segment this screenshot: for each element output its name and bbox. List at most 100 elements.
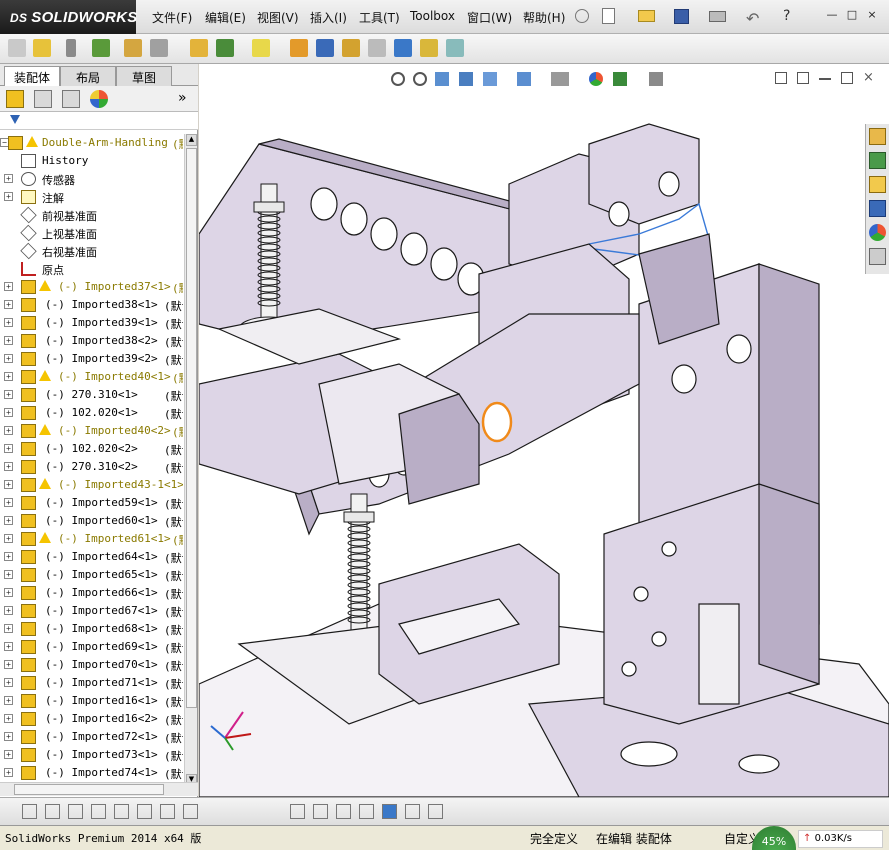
- tree-item[interactable]: + 传感器: [0, 170, 183, 188]
- fillet-tool-icon[interactable]: [137, 804, 152, 819]
- tree-item[interactable]: + (-) Imported73<1> (默认: [0, 746, 183, 764]
- tree-item[interactable]: + 注解: [0, 188, 183, 206]
- tree-item[interactable]: + (-) Imported70<1> (默认: [0, 656, 183, 674]
- tree-item[interactable]: + (-) Imported72<1> (默认: [0, 728, 183, 746]
- angle-tool-icon[interactable]: [359, 804, 374, 819]
- tree-item[interactable]: 右视基准面: [0, 242, 183, 260]
- base-hole[interactable]: [620, 741, 678, 767]
- new-motion-study-icon[interactable]: [252, 39, 270, 57]
- polygon-tool-icon[interactable]: [68, 804, 83, 819]
- expand-icon[interactable]: +: [4, 336, 13, 345]
- menu-window[interactable]: 窗口(W): [467, 9, 512, 26]
- cad-model[interactable]: [199, 64, 889, 797]
- rectangle-tool-icon[interactable]: [290, 804, 305, 819]
- tree-item[interactable]: 原点: [0, 260, 183, 278]
- tab-assembly[interactable]: 装配体: [4, 66, 60, 87]
- selected-hole[interactable]: [481, 401, 513, 443]
- menu-tools[interactable]: 工具(T): [359, 9, 400, 26]
- point-tool-icon[interactable]: [22, 804, 37, 819]
- arm-hole[interactable]: [430, 247, 458, 281]
- top-cube[interactable]: [588, 123, 700, 225]
- expand-icon[interactable]: +: [4, 318, 13, 327]
- arm-hole[interactable]: [370, 217, 398, 251]
- exploded-view-icon[interactable]: [316, 39, 334, 57]
- reference-geometry-icon[interactable]: [216, 39, 234, 57]
- pin-icon[interactable]: [575, 9, 589, 23]
- tree-vertical-scrollbar[interactable]: ▲ ▼: [184, 134, 197, 788]
- tree-item[interactable]: + (-) 102.020<1> (默认<<默: [0, 404, 183, 422]
- tree-item[interactable]: + (-) Imported40<1>(默: [0, 368, 183, 386]
- tree-item[interactable]: + (-) Imported65<1> (默认: [0, 566, 183, 584]
- menu-edit[interactable]: 编辑(E): [205, 9, 246, 26]
- expand-icon[interactable]: +: [4, 642, 13, 651]
- expand-icon[interactable]: +: [4, 534, 13, 543]
- tree-item[interactable]: + (-) Imported64<1> (默认: [0, 548, 183, 566]
- close-button[interactable]: ×: [864, 8, 880, 22]
- mate-icon[interactable]: [33, 39, 51, 57]
- screw-hole[interactable]: [661, 541, 677, 557]
- expand-panel-icon[interactable]: »: [178, 90, 187, 106]
- line-tool-icon[interactable]: [114, 804, 129, 819]
- arm-hole[interactable]: [310, 187, 338, 221]
- column-hole[interactable]: [726, 334, 752, 364]
- new-document-icon[interactable]: [602, 8, 615, 24]
- assembly-features-icon[interactable]: [190, 39, 208, 57]
- clearance-icon[interactable]: [394, 39, 412, 57]
- expand-icon[interactable]: +: [4, 624, 13, 633]
- tree-item[interactable]: + (-) Imported74<1> (默认: [0, 764, 183, 782]
- configuration-manager-icon[interactable]: [62, 90, 80, 108]
- maximize-button[interactable]: □: [844, 8, 860, 22]
- smart-fasteners-icon[interactable]: [92, 39, 110, 57]
- expand-icon[interactable]: +: [4, 732, 13, 741]
- menu-view[interactable]: 视图(V): [257, 9, 299, 26]
- tree-item[interactable]: + (-) Imported69<1> (默认: [0, 638, 183, 656]
- open-icon[interactable]: [638, 10, 655, 22]
- tree-item[interactable]: History: [0, 152, 183, 170]
- expand-icon[interactable]: +: [4, 300, 13, 309]
- instant3d-icon[interactable]: [446, 39, 464, 57]
- expand-icon[interactable]: +: [4, 426, 13, 435]
- screw-hole[interactable]: [651, 631, 667, 647]
- tree-item[interactable]: 上视基准面: [0, 224, 183, 242]
- design-library-icon[interactable]: [869, 152, 886, 169]
- tree-item[interactable]: + (-) Imported43-1<1>: [0, 476, 183, 494]
- column-hole[interactable]: [671, 364, 697, 394]
- tree-item[interactable]: + (-) Imported59<1> (默认: [0, 494, 183, 512]
- corner-tool-icon[interactable]: [183, 804, 198, 819]
- expand-icon[interactable]: +: [4, 390, 13, 399]
- base-hole[interactable]: [738, 754, 780, 774]
- tree-item[interactable]: + (-) Imported16<1> (默认: [0, 692, 183, 710]
- cylinder-block-side[interactable]: [758, 483, 820, 685]
- custom-properties-icon[interactable]: [869, 248, 886, 265]
- filter-icon[interactable]: [10, 115, 20, 124]
- display-style-tool-icon[interactable]: [382, 804, 397, 819]
- tree-item[interactable]: + (-) Imported38<1> (默认: [0, 296, 183, 314]
- minimize-button[interactable]: —: [824, 8, 840, 22]
- screw-hole[interactable]: [633, 586, 649, 602]
- tree-horizontal-scrollbar[interactable]: [0, 782, 198, 796]
- feature-manager-icon[interactable]: [6, 90, 24, 108]
- chamfer-tool-icon[interactable]: [160, 804, 175, 819]
- expand-icon[interactable]: +: [4, 498, 13, 507]
- tree-item[interactable]: + (-) Imported68<1> (默认: [0, 620, 183, 638]
- file-explorer-icon[interactable]: [869, 176, 886, 193]
- expand-icon[interactable]: +: [4, 408, 13, 417]
- tree-item[interactable]: + (-) 270.310<2> (默认<<默: [0, 458, 183, 476]
- menu-toolbox[interactable]: Toolbox: [410, 9, 455, 23]
- expand-icon[interactable]: +: [4, 444, 13, 453]
- grid-tool-icon[interactable]: [336, 804, 351, 819]
- graphics-area[interactable]: ×: [199, 64, 889, 797]
- tree-item[interactable]: + (-) Imported40<2>(默: [0, 422, 183, 440]
- gripper-side[interactable]: [398, 393, 480, 505]
- help-icon[interactable]: ?: [783, 8, 790, 24]
- print-icon[interactable]: [709, 11, 726, 22]
- tab-layout[interactable]: 布局: [60, 66, 116, 86]
- tree-item[interactable]: + (-) Imported71<1> (默认: [0, 674, 183, 692]
- view-box-tool-icon[interactable]: [405, 804, 420, 819]
- tree-root[interactable]: − Double-Arm-Handling (默: [0, 134, 183, 152]
- move-component-icon[interactable]: [124, 39, 142, 57]
- expand-icon[interactable]: +: [4, 606, 13, 615]
- table-tool-icon[interactable]: [428, 804, 443, 819]
- explode-line-icon[interactable]: [342, 39, 360, 57]
- arm-hole[interactable]: [340, 202, 368, 236]
